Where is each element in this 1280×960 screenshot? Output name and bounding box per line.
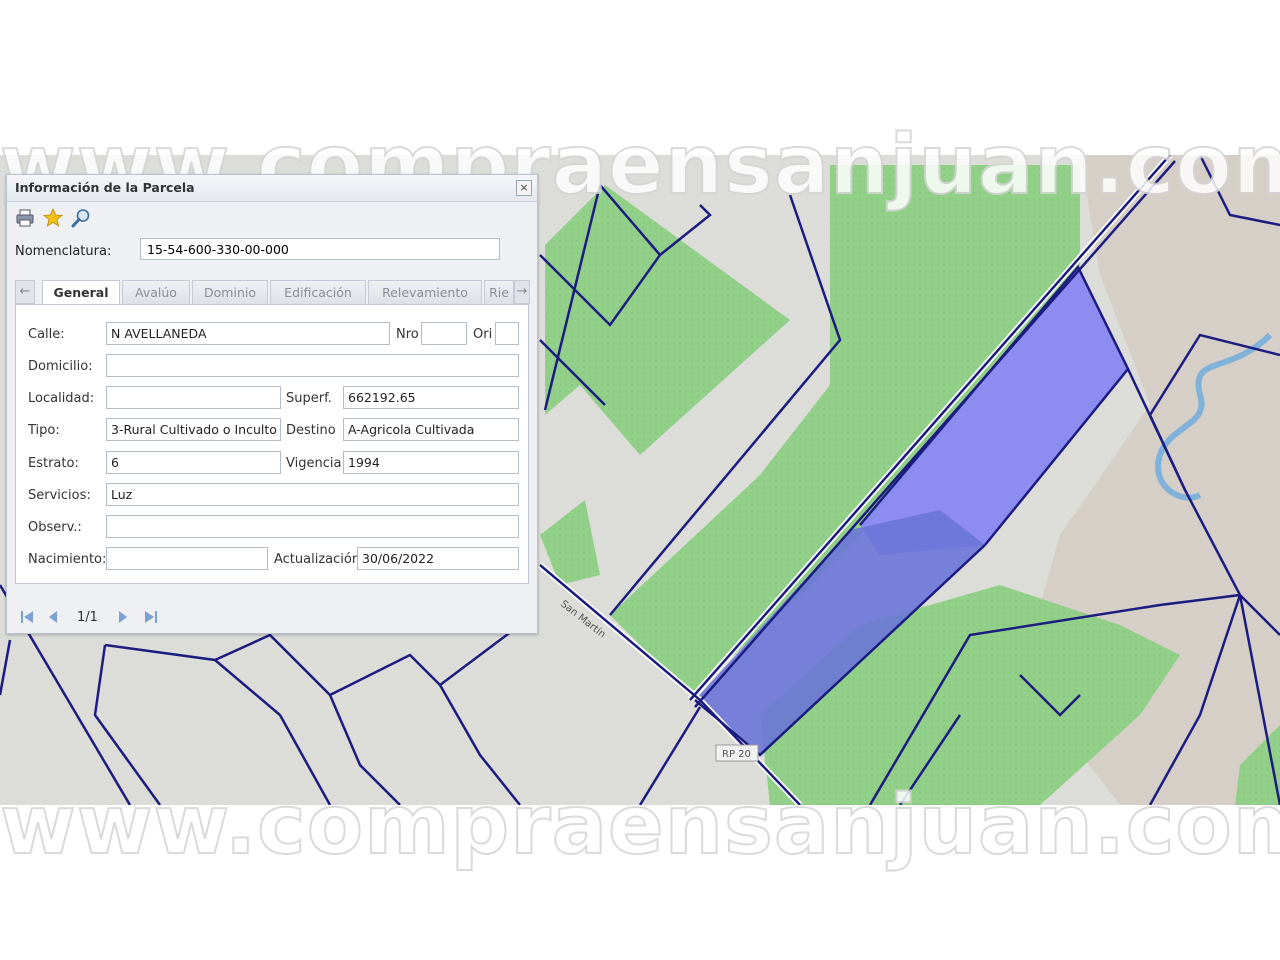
road-badge: RP 20 <box>722 749 751 760</box>
estrato-label: Estrato: <box>28 456 79 471</box>
page-indicator: 1/1 <box>77 610 98 625</box>
nacimiento-label: Nacimiento: <box>28 552 107 567</box>
zoom-icon[interactable] <box>71 208 91 228</box>
calle-label: Calle: <box>28 327 65 342</box>
star-icon[interactable] <box>43 208 63 228</box>
prev-page-icon[interactable] <box>45 609 61 625</box>
nomenclatura-field[interactable] <box>140 238 500 260</box>
domicilio-label: Domicilio: <box>28 359 93 374</box>
last-page-icon[interactable] <box>143 609 159 625</box>
close-button[interactable]: × <box>516 180 532 196</box>
general-form: Calle: Nro Ori Domicilio: Localidad: Sup… <box>15 304 529 584</box>
tab-scroll-left-icon[interactable]: ← <box>15 280 35 304</box>
tab-dominio[interactable]: Dominio <box>192 280 268 304</box>
ori-field[interactable] <box>495 322 519 345</box>
panel-toolbar <box>7 202 537 234</box>
nomenclatura-row: Nomenclatura: <box>7 234 537 268</box>
servicios-field[interactable] <box>106 483 519 506</box>
nomenclatura-label: Nomenclatura: <box>15 244 112 259</box>
tab-edificacion[interactable]: Edificación <box>270 280 366 304</box>
destino-field[interactable] <box>343 418 519 441</box>
superf-label: Superf. <box>286 391 332 406</box>
destino-label: Destino <box>286 423 336 438</box>
estrato-field[interactable] <box>106 451 281 474</box>
servicios-label: Servicios: <box>28 488 91 503</box>
print-icon[interactable] <box>15 208 35 228</box>
tab-avaluo[interactable]: Avalúo <box>122 280 190 304</box>
first-page-icon[interactable] <box>19 609 35 625</box>
vigencia-field[interactable] <box>343 451 519 474</box>
watermark-bottom: www.compraensanjuan.com <box>0 777 1280 874</box>
ori-label: Ori <box>473 327 493 342</box>
observ-field[interactable] <box>106 515 519 538</box>
tipo-field[interactable] <box>106 418 281 441</box>
tab-scroll-right-icon[interactable]: → <box>514 280 530 304</box>
superf-field[interactable] <box>343 386 519 409</box>
nacimiento-field[interactable] <box>106 547 268 570</box>
localidad-field[interactable] <box>106 386 281 409</box>
pager: 1/1 <box>7 601 537 633</box>
panel-header: Información de la Parcela × <box>7 175 537 202</box>
vigencia-label: Vigencia <box>286 456 342 471</box>
tab-relevamiento[interactable]: Relevamiento <box>368 280 482 304</box>
actualizacion-label: Actualización <box>274 552 361 567</box>
domicilio-field[interactable] <box>106 354 519 377</box>
observ-label: Observ.: <box>28 520 82 535</box>
next-page-icon[interactable] <box>115 609 131 625</box>
tab-general[interactable]: General <box>42 280 120 306</box>
tab-rie[interactable]: Rie <box>484 280 514 304</box>
nro-label: Nro <box>396 327 419 342</box>
panel-title: Información de la Parcela <box>15 180 195 195</box>
calle-field[interactable] <box>106 322 390 345</box>
localidad-label: Localidad: <box>28 391 95 406</box>
tipo-label: Tipo: <box>28 423 60 438</box>
tab-bar: ← General Avalúo Dominio Edificación Rel… <box>15 279 530 306</box>
nro-field[interactable] <box>421 322 467 345</box>
actualizacion-field[interactable] <box>357 547 519 570</box>
parcel-info-panel: Información de la Parcela × Nomenclatura… <box>6 174 538 634</box>
